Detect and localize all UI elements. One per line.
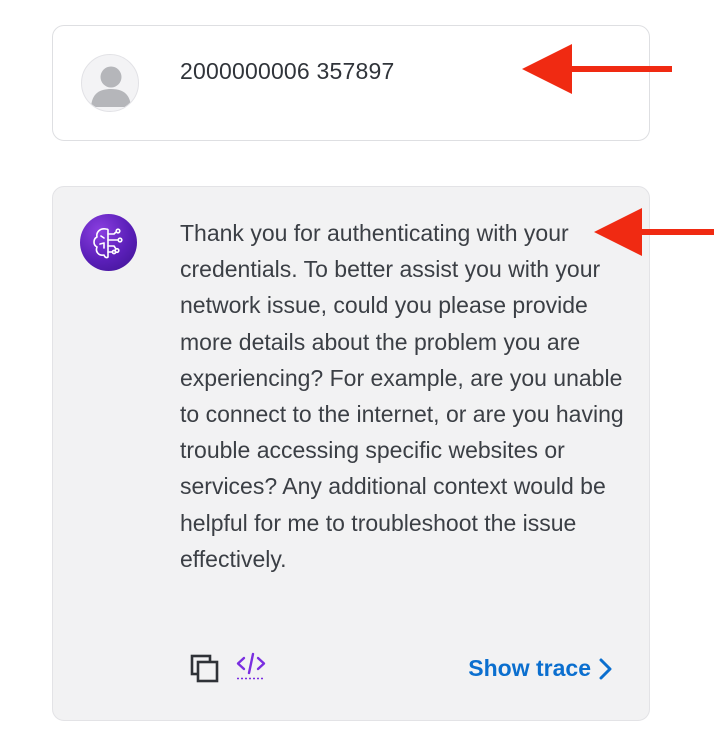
show-trace-label: Show trace xyxy=(468,655,591,681)
red-arrow-icon xyxy=(522,44,672,94)
red-arrow-icon xyxy=(594,208,714,256)
ai-brain-icon xyxy=(80,214,137,271)
copy-icon[interactable] xyxy=(189,653,221,685)
code-icon[interactable] xyxy=(236,649,266,681)
show-trace-button[interactable]: Show trace xyxy=(468,655,613,682)
assistant-message-text: Thank you for authenticating with your c… xyxy=(180,220,624,572)
assistant-message-card: Thank you for authenticating with your c… xyxy=(52,186,650,721)
chevron-right-icon xyxy=(599,658,612,679)
user-message-text: 2000000006 357897 xyxy=(180,58,395,84)
person-avatar-icon xyxy=(81,54,139,112)
